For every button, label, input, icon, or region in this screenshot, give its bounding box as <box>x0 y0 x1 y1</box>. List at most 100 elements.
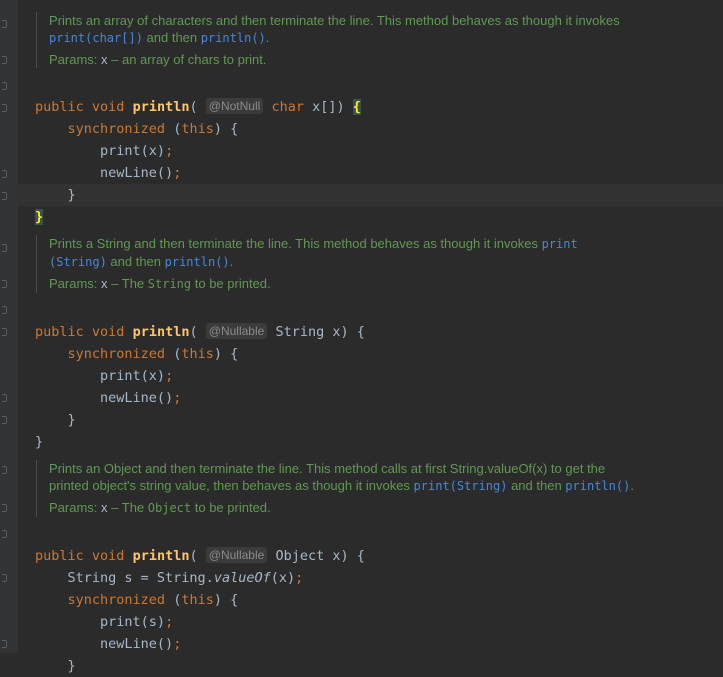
statement: newLine() <box>100 390 174 406</box>
fold-marker[interactable] <box>2 306 7 314</box>
fold-marker[interactable] <box>2 280 7 288</box>
doc-link-println[interactable]: println() <box>565 479 630 493</box>
statement: newLine() <box>100 636 174 652</box>
keyword: void <box>91 548 125 564</box>
code-block[interactable]: public void println( @Nullable String x)… <box>35 299 365 453</box>
doc-text: Prints an array of characters and then t… <box>49 13 620 28</box>
semicolon: ; <box>165 614 174 630</box>
param-description: to be printed. <box>191 276 271 291</box>
static-method: valueOf <box>213 570 271 586</box>
doc-text: printed object's string value, then beha… <box>49 478 414 493</box>
fold-marker[interactable] <box>2 504 7 512</box>
doc-link-print-string[interactable]: print(String) <box>414 479 508 493</box>
annotation-hint: @NotNull <box>205 98 264 114</box>
code-block[interactable]: public void println( @Nullable Object x)… <box>35 523 365 677</box>
paren: ) { <box>213 121 239 137</box>
matched-brace: } <box>35 209 44 225</box>
annotation-hint: @Nullable <box>205 547 268 563</box>
param-description: – The <box>107 500 148 515</box>
params-label: Params: <box>49 276 98 291</box>
keyword: public <box>35 324 84 340</box>
fold-marker[interactable] <box>2 328 7 336</box>
method-name: println <box>132 324 190 340</box>
matched-brace: { <box>352 99 361 115</box>
doc-params: Params: x – an array of chars to print. <box>49 51 723 68</box>
semicolon: ; <box>165 143 174 159</box>
params-label: Params: <box>49 500 98 515</box>
fold-marker[interactable] <box>2 416 7 424</box>
keyword: this <box>181 346 214 362</box>
statement: print(x) <box>100 143 166 159</box>
javadoc-block: Prints a String and then terminate the l… <box>36 235 723 293</box>
fold-marker[interactable] <box>2 574 7 582</box>
paren: ( <box>189 324 198 340</box>
doc-link-print-char-array[interactable]: print(char[]) <box>49 31 143 45</box>
statement: print(s) <box>100 614 166 630</box>
code-line: public void println( @NotNull char x[]) … <box>35 98 361 115</box>
paren: ( <box>189 548 198 564</box>
keyword: this <box>181 121 214 137</box>
param-description: to be printed. <box>191 500 271 515</box>
fold-marker[interactable] <box>2 466 7 474</box>
doc-text: Prints an Object and then terminate the … <box>49 461 606 476</box>
fold-marker[interactable] <box>2 192 7 200</box>
fold-marker[interactable] <box>2 640 7 648</box>
brace: } <box>67 412 76 428</box>
fold-marker[interactable] <box>2 170 7 178</box>
param-type: String <box>147 277 192 291</box>
doc-text: . <box>265 30 270 45</box>
doc-text: . <box>630 478 634 493</box>
param: x[]) <box>303 99 353 115</box>
fold-marker[interactable] <box>2 20 7 28</box>
fold-marker[interactable] <box>2 82 7 90</box>
semicolon: ; <box>173 390 182 406</box>
fold-marker[interactable] <box>2 394 7 402</box>
doc-link-println[interactable]: println() <box>165 255 230 269</box>
brace: } <box>67 658 76 674</box>
keyword: public <box>35 99 84 115</box>
doc-description: Prints an array of characters and then t… <box>49 12 723 47</box>
doc-text: Prints a String and then terminate the l… <box>49 236 542 251</box>
doc-text: . <box>229 254 234 269</box>
semicolon: ; <box>295 570 304 586</box>
brace: } <box>35 434 44 450</box>
fold-marker[interactable] <box>2 530 7 538</box>
keyword: char <box>271 99 304 115</box>
doc-description: Prints an Object and then terminate the … <box>49 460 723 495</box>
fold-marker[interactable] <box>2 104 7 112</box>
doc-text: and then <box>106 254 165 269</box>
doc-link-println[interactable]: println() <box>201 31 266 45</box>
params-label: Params: <box>49 52 98 67</box>
statement: newLine() <box>100 165 174 181</box>
param-description: – The <box>107 276 148 291</box>
doc-link-print-string[interactable]: print <box>542 237 578 251</box>
semicolon: ; <box>165 368 174 384</box>
keyword: synchronized <box>67 121 166 137</box>
statement: String s = String. <box>67 570 214 586</box>
fold-marker[interactable] <box>2 56 7 64</box>
param-description: – an array of chars to print. <box>107 52 267 67</box>
doc-description: Prints a String and then terminate the l… <box>49 235 723 271</box>
param-type: Object <box>147 501 192 515</box>
code-line: public void println( @Nullable String x)… <box>35 323 365 340</box>
paren: ) { <box>213 346 239 362</box>
doc-link-print-string[interactable]: (String) <box>49 255 107 269</box>
keyword: void <box>91 99 125 115</box>
fold-marker[interactable] <box>2 244 7 252</box>
keyword: synchronized <box>67 592 166 608</box>
method-name: println <box>132 548 190 564</box>
paren: ( <box>189 99 198 115</box>
param: String x) { <box>275 324 365 340</box>
code-block[interactable]: public void println( @NotNull char x[]) … <box>35 74 361 228</box>
statement: print(x) <box>100 368 166 384</box>
javadoc-block: Prints an Object and then terminate the … <box>36 460 723 517</box>
doc-params: Params: x – The String to be printed. <box>49 275 723 293</box>
keyword: public <box>35 548 84 564</box>
method-name: println <box>132 99 190 115</box>
code-line: public void println( @Nullable Object x)… <box>35 547 365 564</box>
param: Object x) { <box>275 548 365 564</box>
semicolon: ; <box>173 636 182 652</box>
editor-gutter <box>0 0 18 653</box>
javadoc-block: Prints an array of characters and then t… <box>36 12 723 68</box>
doc-text: and then <box>142 30 201 45</box>
